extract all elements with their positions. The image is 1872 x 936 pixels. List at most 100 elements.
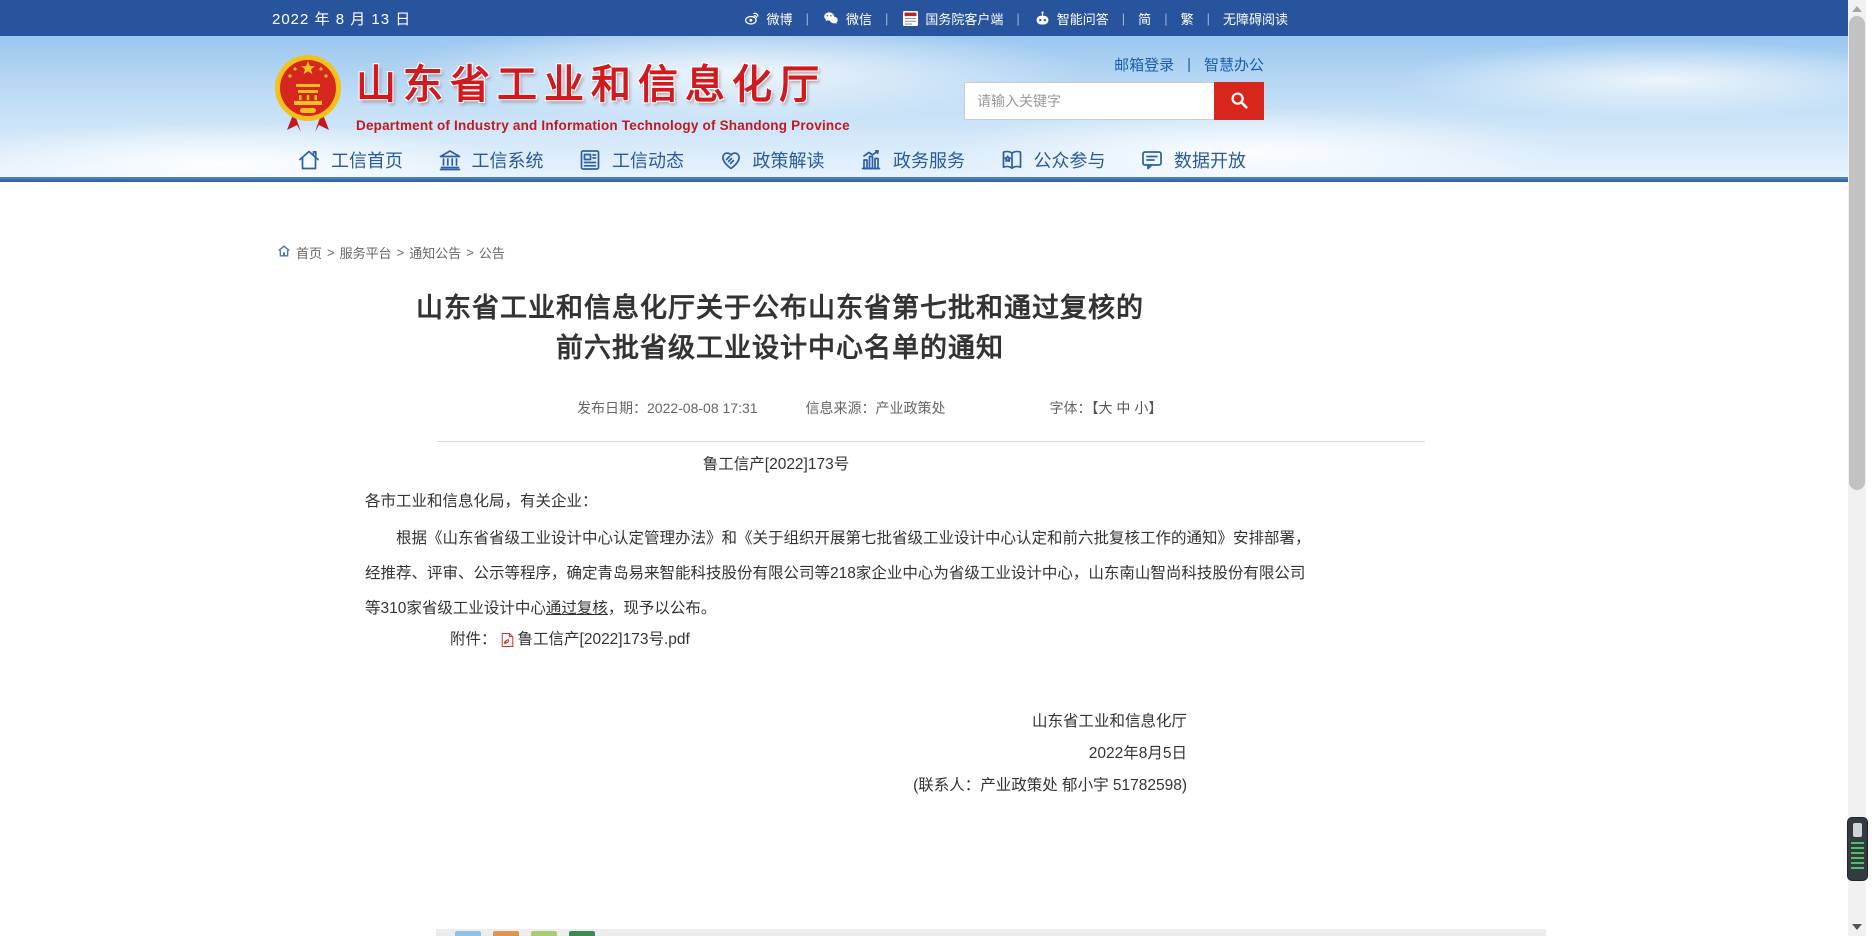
- footer-badge-dark-green: [569, 931, 595, 936]
- page: 2022 年 8 月 13 日 微博 | 微信 |: [0, 0, 1872, 936]
- separator: |: [1122, 11, 1125, 26]
- current-date: 2022 年 8 月 13 日: [272, 8, 411, 29]
- top-utility-bar-inner: 2022 年 8 月 13 日 微博 | 微信 |: [272, 0, 1288, 36]
- nav-divider: [0, 177, 1848, 182]
- nav-item-system[interactable]: 工信系统: [437, 147, 544, 173]
- nav-item-services[interactable]: 政务服务: [858, 147, 965, 173]
- meta-divider: [437, 441, 1425, 442]
- font-size-label: 字体：: [1050, 400, 1092, 416]
- separator: |: [806, 11, 809, 26]
- signature-contact: (联系人：产业政策处 郁小宇 51782598): [365, 770, 1187, 802]
- scrollbar-thumb[interactable]: [1849, 16, 1865, 490]
- accessibility-reading-link[interactable]: 无障碍阅读: [1223, 9, 1288, 28]
- site-title-en: Department of Industry and Information T…: [356, 118, 850, 133]
- nav-item-news[interactable]: 工信动态: [577, 147, 684, 173]
- footer-badge-orange: [493, 931, 519, 936]
- signature-date: 2022年8月5日: [365, 738, 1187, 770]
- attachment-label: 附件：: [450, 626, 497, 654]
- footer-badge-green: [531, 931, 557, 936]
- robot-icon: [1033, 9, 1052, 28]
- separator: |: [1187, 56, 1191, 73]
- info-source-label: 信息来源：: [806, 400, 876, 416]
- separator: >: [466, 245, 474, 260]
- site-header: 山东省工业和信息化厅 Department of Industry and In…: [0, 36, 1848, 182]
- search-input[interactable]: [964, 82, 1214, 120]
- scrollbar-track[interactable]: [1848, 0, 1866, 936]
- nav-label: 公众参与: [1034, 147, 1106, 173]
- document-number: 鲁工信产[2022]173号: [365, 455, 1187, 475]
- site-title-block: 山东省工业和信息化厅 Department of Industry and In…: [356, 52, 850, 133]
- simplified-chinese-link[interactable]: 简: [1138, 9, 1151, 28]
- footer-badge-blue: [455, 931, 481, 936]
- weibo-link[interactable]: 微博: [743, 9, 793, 28]
- breadcrumb-current: 公告: [479, 243, 505, 262]
- article-body: 鲁工信产[2022]173号 各市工业和信息化局，有关企业： 根据《山东省省级工…: [365, 455, 1187, 802]
- paragraph-text: 等310家省级工业设计中心: [365, 600, 546, 617]
- nav-item-home[interactable]: 工信首页: [296, 147, 403, 173]
- nav-label: 数据开放: [1174, 147, 1246, 173]
- separator: |: [1016, 11, 1019, 26]
- info-source: 信息来源：产业政策处: [806, 398, 946, 418]
- footer-strip: [436, 929, 1546, 936]
- paragraph-line: 根据《山东省省级工业设计中心认定管理办法》和《关于组织开展第七批省级工业设计中心…: [365, 521, 1187, 556]
- nav-label: 工信系统: [472, 147, 544, 173]
- nav-item-open-data[interactable]: 数据开放: [1139, 147, 1246, 173]
- breadcrumb-service-platform[interactable]: 服务平台: [340, 243, 392, 262]
- smart-qa-label: 智能问答: [1057, 9, 1109, 28]
- site-title: 山东省工业和信息化厅: [356, 52, 850, 110]
- accessibility-widget[interactable]: [1847, 817, 1868, 881]
- pdf-icon: [501, 632, 514, 648]
- page-title-line1: 山东省工业和信息化厅关于公布山东省第七批和通过复核的: [272, 288, 1288, 328]
- paragraph-line: 经推荐、评审、公示等程序，确定青岛易来智能科技股份有限公司等218家企业中心为省…: [365, 556, 1187, 591]
- search-button[interactable]: [1214, 82, 1264, 120]
- state-council-client-link[interactable]: 国务院客户端: [901, 9, 1003, 28]
- font-size-options[interactable]: 【大 中 小】: [1092, 400, 1163, 416]
- state-council-icon: [901, 9, 920, 28]
- national-emblem-logo: [272, 52, 344, 136]
- mail-login-link[interactable]: 邮箱登录: [1114, 54, 1174, 75]
- salutation: 各市工业和信息化局，有关企业：: [365, 491, 1187, 513]
- weibo-icon: [743, 9, 762, 28]
- main-paragraph: 根据《山东省省级工业设计中心认定管理办法》和《关于组织开展第七批省级工业设计中心…: [365, 521, 1187, 626]
- wechat-link[interactable]: 微信: [822, 9, 872, 28]
- breadcrumb-home[interactable]: 首页: [296, 243, 322, 262]
- scroll-down-arrow[interactable]: [1852, 924, 1862, 930]
- breadcrumb-notices[interactable]: 通知公告: [409, 243, 461, 262]
- publish-date: 发布日期：2022-08-08 17:31: [577, 398, 758, 418]
- smart-office-link[interactable]: 智慧办公: [1204, 54, 1264, 75]
- info-source-value: 产业政策处: [876, 400, 946, 416]
- top-utility-bar: 2022 年 8 月 13 日 微博 | 微信 |: [0, 0, 1848, 36]
- traditional-chinese-link[interactable]: 繁: [1181, 9, 1194, 28]
- separator: |: [885, 11, 888, 26]
- scroll-up-arrow[interactable]: [1852, 6, 1862, 12]
- page-title-line2: 前六批省级工业设计中心名单的通知: [272, 328, 1288, 368]
- home-icon: [296, 147, 322, 173]
- wechat-icon: [822, 9, 841, 28]
- main-nav: 工信首页 工信系统 工信动态 政策解读 政务服务 公众参与: [272, 138, 1288, 182]
- accessibility-widget-stripes: [1851, 842, 1864, 872]
- search-icon: [1228, 89, 1250, 114]
- book-star-icon: [999, 147, 1025, 173]
- nav-label: 工信动态: [612, 147, 684, 173]
- news-icon: [577, 147, 603, 173]
- utility-links: 微博 | 微信 | 国务院客户端 |: [743, 9, 1288, 28]
- publish-date-label: 发布日期：: [577, 400, 647, 416]
- chat-icon: [1139, 147, 1165, 173]
- paragraph-text: ，现予以公布。: [608, 600, 717, 617]
- signature-org: 山东省工业和信息化厅: [365, 706, 1187, 738]
- separator: |: [1207, 11, 1210, 26]
- nav-item-participation[interactable]: 公众参与: [999, 147, 1106, 173]
- state-council-label: 国务院客户端: [925, 9, 1003, 28]
- nav-item-policy[interactable]: 政策解读: [718, 147, 825, 173]
- site-search: [964, 82, 1264, 120]
- wechat-label: 微信: [846, 9, 872, 28]
- bank-icon: [437, 147, 463, 173]
- publish-date-value: 2022-08-08 17:31: [647, 400, 758, 416]
- weibo-label: 微博: [767, 9, 793, 28]
- nav-label: 政务服务: [893, 147, 965, 173]
- signature-block: 山东省工业和信息化厅 2022年8月5日 (联系人：产业政策处 郁小宇 5178…: [365, 706, 1187, 802]
- underlined-text: 通过复核: [546, 600, 608, 617]
- attachment-link[interactable]: 鲁工信产[2022]173号.pdf: [518, 626, 690, 654]
- separator: >: [327, 245, 335, 260]
- smart-qa-link[interactable]: 智能问答: [1033, 9, 1109, 28]
